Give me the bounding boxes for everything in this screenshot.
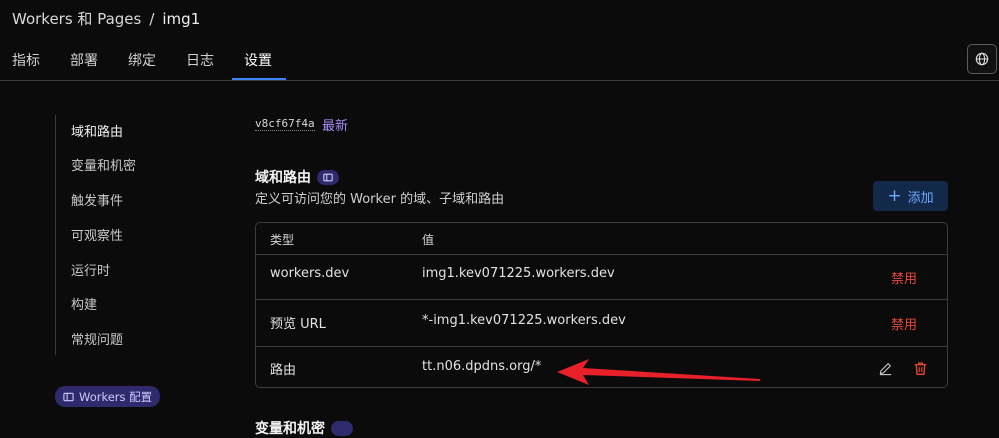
table-header: 类型 值: [256, 223, 947, 255]
pencil-icon: [879, 362, 891, 375]
tab-metrics[interactable]: 指标: [12, 42, 40, 72]
docs-pill[interactable]: [331, 420, 353, 436]
row-type: 路由: [270, 363, 297, 378]
table-row: workers.dev img1.kev071225.workers.dev 禁…: [256, 254, 947, 300]
edit-button[interactable]: [876, 359, 894, 377]
row-type: 预览 URL: [270, 317, 326, 332]
tab-bindings[interactable]: 绑定: [128, 42, 156, 72]
version-id[interactable]: v8cf67f4a: [255, 117, 315, 131]
tab-deployments[interactable]: 部署: [70, 42, 98, 72]
book-icon: [63, 392, 74, 401]
section-title: 域和路由: [255, 167, 339, 187]
table-row: 预览 URL *-img1.kev071225.workers.dev 禁用: [256, 300, 947, 347]
sidebar-item-build[interactable]: 构建: [71, 294, 97, 313]
tab-logs[interactable]: 日志: [186, 42, 214, 72]
breadcrumb-current: img1: [162, 9, 201, 28]
row-value: tt.n06.dpdns.org/*: [422, 359, 542, 374]
row-value: img1.kev071225.workers.dev: [422, 266, 615, 281]
section-title-text: 域和路由: [255, 170, 311, 186]
sidebar-rail: [55, 115, 56, 355]
workers-config-label: Workers 配置: [79, 389, 153, 404]
workers-config-badge[interactable]: Workers 配置: [55, 386, 161, 407]
breadcrumb-parent[interactable]: Workers 和 Pages: [12, 8, 141, 29]
sidebar-item-triggers[interactable]: 触发事件: [71, 190, 123, 209]
tab-settings[interactable]: 设置: [232, 42, 286, 80]
column-value: 值: [422, 233, 435, 247]
next-section-title-text: 变量和机密: [255, 421, 325, 437]
docs-pill[interactable]: [317, 169, 339, 185]
next-section-title: 变量和机密: [255, 418, 353, 438]
row-type: workers.dev: [270, 266, 350, 281]
breadcrumb: Workers 和 Pages / img1: [12, 8, 200, 29]
sidebar-item-runtime[interactable]: 运行时: [71, 260, 110, 279]
disable-button[interactable]: 禁用: [891, 314, 917, 333]
add-button-label: 添加: [907, 190, 934, 206]
row-value: *-img1.kev071225.workers.dev: [422, 313, 626, 328]
globe-icon: [975, 52, 989, 66]
globe-button[interactable]: [967, 44, 997, 74]
delete-button[interactable]: [911, 359, 929, 377]
sidebar-item-domains-routes[interactable]: 域和路由: [71, 121, 123, 140]
sidebar-item-observability[interactable]: 可观察性: [71, 225, 123, 244]
add-button[interactable]: + 添加: [873, 181, 948, 211]
trash-icon: [914, 362, 926, 375]
sidebar-item-variables-secrets[interactable]: 变量和机密: [71, 155, 136, 174]
sidebar-item-faq[interactable]: 常规问题: [71, 329, 123, 348]
tab-bar: 指标 部署 绑定 日志 设置: [0, 42, 999, 81]
annotation-arrow-icon: [557, 359, 760, 385]
breadcrumb-separator: /: [149, 9, 155, 28]
book-icon: [323, 173, 333, 181]
plus-icon: +: [887, 185, 902, 206]
column-type: 类型: [270, 233, 295, 247]
section-description: 定义可访问您的 Worker 的域、子域和路由: [255, 192, 505, 207]
disable-button[interactable]: 禁用: [891, 268, 917, 287]
version-latest-tag: 最新: [322, 119, 349, 134]
